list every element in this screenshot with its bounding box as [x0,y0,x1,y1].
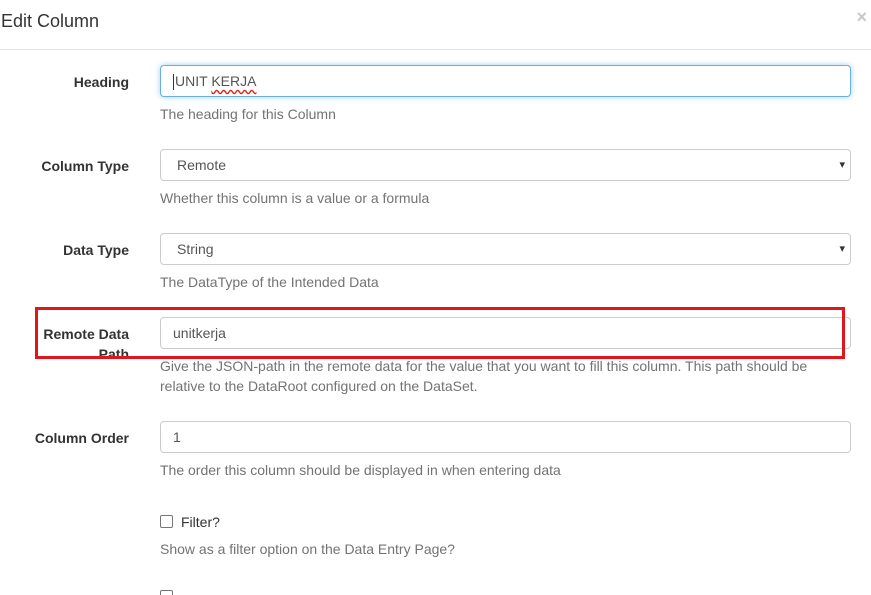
heading-value-misspelled: KERJA [211,73,257,89]
heading-help: The heading for this Column [160,106,336,122]
remote-data-path-label: Remote Data Path [0,324,129,364]
text-cursor [173,74,174,91]
dialog-header: Edit Column × [0,0,871,50]
next-checkbox[interactable] [160,590,173,595]
data-type-select[interactable]: String ▾ [160,233,851,265]
heading-label: Heading [73,74,129,90]
column-order-help: The order this column should be displaye… [160,462,561,478]
column-order-label: Column Order [34,430,129,446]
column-type-select[interactable]: Remote ▾ [160,149,851,181]
edit-column-dialog: Edit Column × Heading UNIT KERJA The hea… [0,0,871,595]
remote-data-path-value: unitkerja [173,325,226,341]
data-type-label: Data Type [63,242,129,258]
next-checkbox-row[interactable] [160,587,181,595]
remote-data-path-label-line1: Remote Data [43,326,129,342]
column-order-input[interactable]: 1 [160,421,851,453]
filter-label: Filter? [181,514,220,530]
column-order-value: 1 [173,429,181,445]
filter-checkbox-row[interactable]: Filter? [160,512,220,532]
data-type-selected: String [177,241,214,257]
filter-help: Show as a filter option on the Data Entr… [160,541,455,557]
close-icon[interactable]: × [856,8,867,26]
chevron-down-icon: ▾ [839,243,845,255]
heading-input[interactable]: UNIT KERJA [160,65,851,97]
remote-data-path-help-line2: relative to the DataRoot configured on t… [160,378,478,394]
column-type-label: Column Type [41,158,129,174]
column-type-selected: Remote [177,157,227,173]
dialog-title: Edit Column [1,11,100,31]
remote-data-path-help: Give the JSON-path in the remote data fo… [160,356,850,396]
data-type-help: The DataType of the Intended Data [160,274,379,290]
remote-data-path-help-line1: Give the JSON-path in the remote data fo… [160,358,808,374]
filter-checkbox[interactable] [160,515,173,528]
column-type-help: Whether this column is a value or a form… [160,190,430,206]
heading-value-prefix: UNIT [175,73,212,89]
remote-data-path-input[interactable]: unitkerja [160,317,851,349]
chevron-down-icon: ▾ [839,159,845,171]
remote-data-path-label-line2: Path [98,346,129,362]
